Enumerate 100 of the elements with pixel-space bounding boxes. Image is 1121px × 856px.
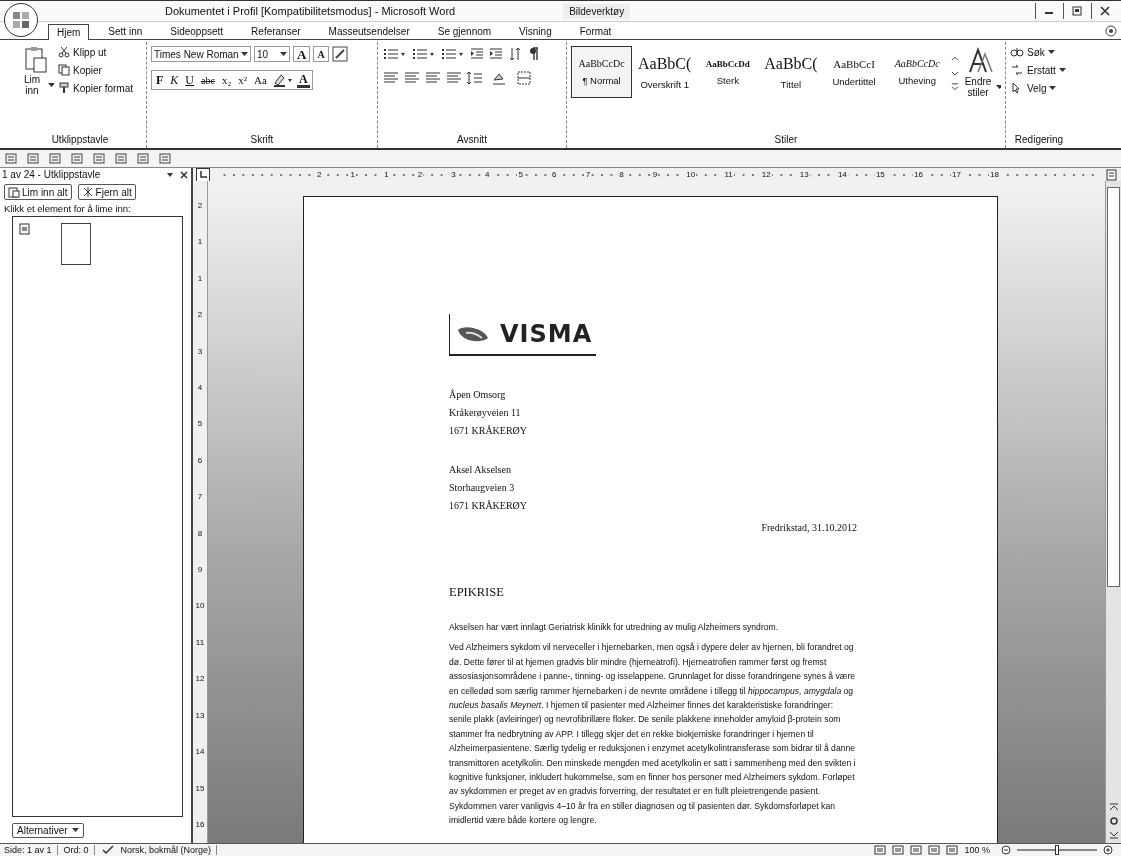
pane-button[interactable]: Fjern alt (77, 184, 136, 200)
address-line: Aksel Akselsen (449, 463, 512, 477)
office-button[interactable] (4, 3, 38, 37)
office-logo-icon (10, 9, 32, 31)
vertical-scrollbar[interactable] (1105, 181, 1121, 843)
ruler-number: 9 (197, 565, 203, 575)
next-page-icon[interactable] (1107, 829, 1120, 841)
toolbar-icon[interactable] (26, 151, 42, 166)
format-button[interactable]: Aa (252, 72, 269, 88)
page-count: Side: 1 av 1 (4, 845, 58, 855)
format-button[interactable]: abc (199, 72, 217, 88)
format-painter-button[interactable]: Kopier format (58, 82, 134, 94)
style-gallery-item[interactable]: AaBbC( Tittel (760, 46, 822, 98)
caret-icon (1047, 49, 1055, 55)
shrink-font-button[interactable]: A (313, 46, 329, 62)
font-color-button[interactable]: A (296, 72, 310, 88)
ribbon-tab[interactable]: Hjem (48, 24, 90, 40)
style-gallery-item[interactable]: AaBbCcDc Utheving (886, 46, 948, 98)
copy-icon (58, 64, 70, 76)
list-icon[interactable] (440, 46, 466, 62)
ruler-number: 6 (197, 455, 203, 465)
zoom-out-icon[interactable] (1001, 845, 1011, 855)
ruler-number: 16 (195, 819, 205, 829)
ruler-number: 16 (912, 170, 924, 179)
paintbrush-icon (58, 82, 70, 94)
toolbar-icon[interactable] (114, 151, 130, 166)
ribbon-tab[interactable]: Sett inn (99, 23, 152, 39)
group-label: Stiler (774, 133, 798, 147)
ribbon-tab[interactable]: Referanser (242, 23, 310, 39)
indent-icon[interactable] (469, 46, 485, 62)
zoom-slider-thumb[interactable] (1055, 845, 1059, 855)
toolbar-icon[interactable] (136, 151, 152, 166)
ruler-number: 1 (349, 170, 357, 179)
close-icon[interactable] (179, 169, 189, 180)
clip-thumbnail[interactable] (61, 223, 91, 265)
align-icon[interactable] (403, 70, 421, 86)
pane-button[interactable]: Lim inn alt (4, 184, 72, 200)
ruler-toggle-icon[interactable] (1106, 168, 1118, 181)
cut-button[interactable]: Klipp ut (58, 46, 134, 58)
scrollbar-thumb[interactable] (1107, 187, 1120, 587)
spellcheck-icon[interactable] (100, 845, 115, 855)
paste-button[interactable]: Lim inn (18, 46, 54, 96)
font-size-dropdown[interactable]: 10 (254, 46, 290, 62)
editing-button[interactable]: Velg (1010, 82, 1057, 94)
paste-icon (8, 186, 20, 198)
list-icon[interactable] (411, 46, 437, 62)
clear-formatting-icon[interactable] (331, 46, 348, 62)
zoom-level[interactable]: 100 % (964, 845, 995, 855)
ruler-number: 4 (197, 383, 203, 393)
view-icon[interactable] (892, 845, 905, 855)
ruler-number: 11 (723, 170, 734, 179)
format-button[interactable]: F (154, 72, 166, 88)
ruler-number: 15 (195, 783, 205, 793)
ribbon-tab[interactable]: Format (570, 23, 621, 39)
view-icon[interactable] (874, 845, 887, 855)
format-button[interactable]: x² (236, 72, 250, 88)
style-gallery-item[interactable]: AaBbCcDc ¶ Normal (571, 46, 633, 98)
document-heading: EPIKRISE (449, 585, 505, 600)
editing-button[interactable]: Søk (1010, 46, 1055, 58)
align-icon[interactable] (382, 70, 400, 86)
zoom-in-icon[interactable] (1103, 845, 1113, 855)
ribbon-tab[interactable]: Sideoppsett (161, 23, 233, 39)
view-icon[interactable] (910, 845, 923, 855)
sort-icon[interactable] (507, 46, 523, 62)
browse-object-icon[interactable] (1107, 815, 1120, 827)
ribbon-tab[interactable]: Masseutsendelser (319, 23, 419, 39)
help-icon[interactable] (1105, 25, 1117, 37)
grow-font-button[interactable]: A (293, 46, 311, 62)
ruler-number: 7 (584, 170, 592, 179)
indent-icon[interactable] (488, 46, 504, 62)
style-gallery-item[interactable]: AaBbCcI Undertittel (823, 46, 885, 98)
editing-button[interactable]: Erstatt (1010, 64, 1066, 76)
view-icon[interactable] (946, 845, 959, 855)
list-icon[interactable] (382, 46, 408, 62)
options-button[interactable]: Alternativer (12, 823, 84, 838)
align-icon[interactable] (424, 70, 442, 86)
address-line: Åpen Omsorg (449, 388, 507, 402)
format-button[interactable]: U (183, 72, 197, 88)
align-icon[interactable] (445, 70, 463, 86)
change-styles-button[interactable]: Endre stiler (961, 46, 1002, 98)
highlight-icon[interactable] (271, 72, 294, 88)
previous-page-icon[interactable] (1107, 801, 1120, 813)
style-gallery-item[interactable]: AaBbC( Overskrift 1 (634, 46, 696, 98)
ribbon-tab[interactable]: Se gjennom (428, 23, 501, 39)
font-name-dropdown[interactable]: Times New Roman (151, 46, 251, 62)
binoculars-icon (1010, 46, 1024, 58)
ribbon-tab[interactable]: Visning (510, 23, 561, 39)
view-icon[interactable] (928, 845, 941, 855)
toolbar-icon[interactable] (4, 151, 20, 166)
format-button[interactable]: K (168, 72, 181, 88)
clipboard-icon (23, 46, 49, 74)
toolbar-icon[interactable] (92, 151, 108, 166)
format-button[interactable]: x₂ (219, 72, 234, 88)
ruler-number: 14 (195, 747, 205, 757)
address-line: 1671 KRÅKERØY (449, 499, 529, 513)
toolbar-icon[interactable] (48, 151, 64, 166)
style-gallery-item[interactable]: AaBbCcDd Sterk (697, 46, 759, 98)
language-indicator[interactable]: Norsk, bokmål (Norge) (120, 845, 218, 855)
copy-button[interactable]: Kopier (58, 64, 134, 76)
toolbar-icon[interactable] (70, 151, 86, 166)
